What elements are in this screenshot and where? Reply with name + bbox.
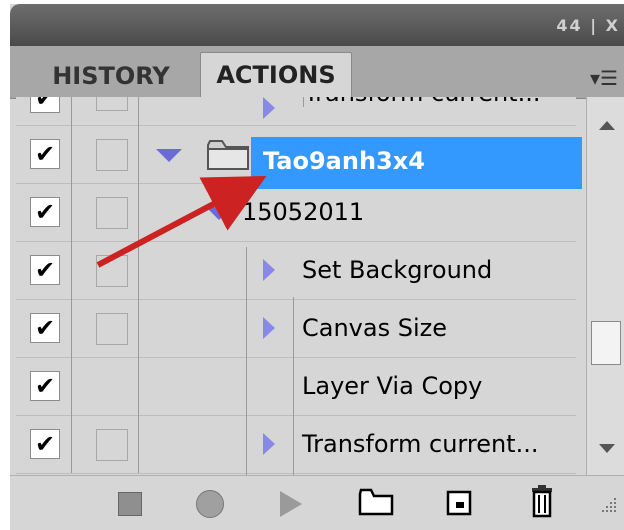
annotation-arrow-icon: [96, 175, 267, 268]
